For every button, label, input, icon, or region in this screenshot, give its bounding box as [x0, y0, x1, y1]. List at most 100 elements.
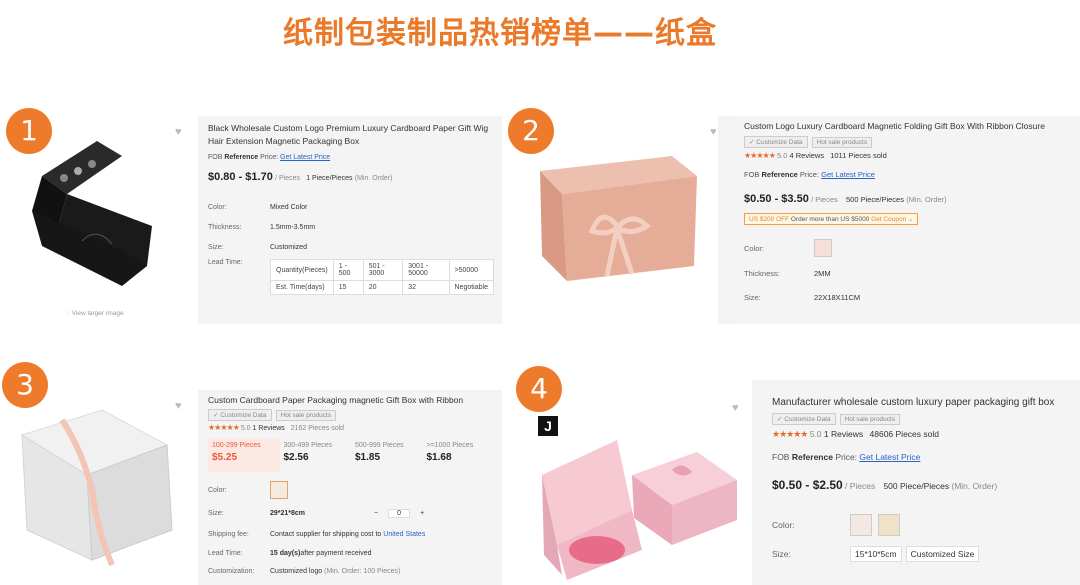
page-title: 纸制包装制品热销榜单——纸盒 — [283, 16, 717, 51]
minus-icon[interactable]: − — [374, 510, 378, 517]
attr-row-color: Color: — [744, 235, 1072, 261]
favorite-heart-icon[interactable]: ♥ — [175, 126, 182, 138]
hot-sale-tag[interactable]: Hot sale products — [811, 137, 873, 148]
tier-price: $1.85 — [355, 452, 381, 463]
fob-prefix: FOB — [772, 452, 792, 462]
sold-count: 2162 Pieces sold — [290, 425, 345, 432]
min-order-note: (Min. Order) — [354, 175, 393, 182]
plus-icon[interactable]: + — [420, 510, 424, 517]
fob-price-line: FOB Reference Price: Get Latest Price — [772, 452, 1070, 462]
table-row: Est. Time(days) 15 20 32 Negotiable — [270, 280, 494, 295]
customize-data-tag[interactable]: ✓ Customize Data — [744, 136, 808, 148]
get-coupon-button[interactable]: Get Coupon — [871, 216, 906, 223]
fob-prefix: FOB — [744, 170, 762, 179]
size-option[interactable]: 15*10*5cm — [850, 546, 902, 562]
price-range: $0.80 - $1.70 — [208, 171, 273, 183]
table-cell: 20 — [362, 280, 404, 295]
product-title[interactable]: Manufacturer wholesale custom luxury pap… — [772, 396, 1070, 409]
color-swatch[interactable] — [850, 514, 872, 536]
price-tier[interactable]: 500-999 Pieces $1.85 — [351, 438, 423, 472]
reviews-link[interactable]: 1 Reviews — [824, 429, 863, 439]
rating-line: ★★★★★ 5.0 1 Reviews 2162 Pieces sold — [208, 423, 494, 432]
size-option[interactable]: Customized Size — [905, 546, 980, 562]
hot-sale-tag[interactable]: Hot sale products — [839, 414, 901, 425]
price-tier[interactable]: 300-499 Pieces $2.56 — [280, 438, 352, 472]
product-image-3[interactable] — [2, 390, 198, 585]
product-info-1: Black Wholesale Custom Logo Premium Luxu… — [200, 116, 502, 324]
color-swatch[interactable] — [878, 514, 900, 536]
attr-label: Color: — [744, 243, 765, 253]
price-line: $0.50 - $2.50 / Pieces 500 Piece/Pieces … — [772, 478, 1070, 492]
customization-note: (Min. Order: 100 Pieces) — [324, 567, 401, 575]
tier-qty: 300-499 Pieces — [283, 442, 333, 449]
attr-label: Color: — [208, 203, 227, 211]
attr-value: 1.5mm-3.5mm — [270, 223, 316, 231]
price-tiers: 100-299 Pieces $5.25 300-499 Pieces $2.56 … — [208, 438, 494, 472]
product-image-4[interactable]: J — [522, 380, 752, 585]
customize-data-tag[interactable]: ✓ Customize Data — [208, 409, 272, 421]
table-cell: 3001 - 50000 — [402, 259, 450, 281]
price-range: $0.50 - $2.50 — [772, 478, 843, 492]
price-tier[interactable]: 100-299 Pieces $5.25 — [208, 438, 280, 472]
attr-value: 22X18X11CM — [814, 292, 861, 302]
customize-data-tag[interactable]: ✓ Customize Data — [772, 413, 836, 425]
table-cell: Est. Time(days) — [270, 280, 334, 295]
table-cell: 15 — [332, 280, 364, 295]
get-latest-price-link[interactable]: Get Latest Price — [859, 452, 920, 462]
product-title[interactable]: Custom Cardboard Paper Packaging magneti… — [208, 394, 494, 407]
color-swatch[interactable] — [270, 481, 288, 499]
shipping-destination-link[interactable]: United States — [383, 531, 425, 538]
star-rating-icon: ★★★★★ — [208, 423, 240, 432]
table-cell: >50000 — [448, 259, 494, 281]
rank-badge-2: 2 — [508, 108, 554, 154]
view-larger-link[interactable]: ◌ View larger image — [66, 310, 124, 317]
table-cell: 32 — [402, 280, 450, 295]
favorite-heart-icon[interactable]: ♥ — [175, 400, 182, 412]
attr-label: Thickness: — [744, 268, 780, 278]
option-label: Size: — [208, 509, 224, 517]
get-latest-price-link[interactable]: Get Latest Price — [821, 170, 875, 179]
coupon-banner[interactable]: US $200 OFF Order more than US $5000 Get… — [744, 213, 919, 225]
tier-price: $2.56 — [283, 452, 309, 463]
lead-time-text: after payment received — [300, 549, 372, 557]
rating-line: ★★★★★ 5.0 1 Reviews 48606 Pieces sold — [772, 429, 1070, 440]
favorite-heart-icon[interactable]: ♥ — [732, 402, 739, 414]
quantity-input[interactable]: 0 — [388, 508, 411, 518]
coupon-condition: Order more than US $5000 — [790, 216, 870, 223]
option-label: Shipping fee: — [208, 530, 249, 538]
table-row: Quantity(Pieces) 1 - 500 501 - 3000 3001… — [270, 259, 494, 281]
rating-value: 5.0 — [809, 429, 822, 439]
attr-row-size: Size: 22X18X11CM — [744, 285, 1072, 309]
favorite-heart-icon[interactable]: ♥ — [710, 126, 717, 138]
price-tier[interactable]: >=1000 Pieces $1.68 — [423, 438, 495, 472]
option-list: Color: Size: 29*21*8cm − 0 + Shipping fe… — [208, 478, 494, 580]
table-cell: Quantity(Pieces) — [270, 259, 334, 281]
product-card-3: ♥ Custom Cardboard Paper Packaging magne… — [2, 390, 502, 585]
product-title[interactable]: Custom Logo Luxury Cardboard Magnetic Fo… — [744, 120, 1072, 133]
reviews-link[interactable]: 1 Reviews — [253, 425, 285, 432]
tag-row: ✓ Customize Data Hot sale products — [772, 413, 1070, 425]
product-image-2[interactable] — [522, 116, 718, 324]
size-value[interactable]: 29*21*8cm — [270, 510, 374, 517]
reviews-link[interactable]: 4 Reviews — [789, 151, 824, 160]
hot-sale-tag[interactable]: Hot sale products — [275, 410, 337, 421]
option-row-customization: Customization: Customized logo (Min. Orde… — [208, 562, 494, 580]
tier-price: $1.68 — [426, 452, 452, 463]
option-row-size: Size: 15*10*5cm Customized Size — [772, 540, 1070, 568]
lead-time-table: Quantity(Pieces) 1 - 500 501 - 3000 3001… — [270, 259, 494, 295]
fob-price-line: FOB Reference Price: Get Latest Price — [208, 154, 494, 161]
attr-label: Size: — [208, 243, 224, 251]
option-label: Size: — [772, 549, 791, 559]
product-title[interactable]: Black Wholesale Custom Logo Premium Luxu… — [208, 122, 494, 148]
min-order: 500 Piece/Pieces — [883, 481, 950, 491]
color-swatch[interactable] — [814, 239, 832, 257]
view-larger-label: View larger image — [71, 310, 124, 317]
star-rating-icon: ★★★★★ — [744, 151, 776, 160]
rating-value: 5.0 — [776, 151, 788, 160]
tier-qty: 500-999 Pieces — [355, 442, 404, 449]
attr-label: Thickness: — [208, 223, 242, 231]
fob-suffix: Price: — [832, 452, 860, 462]
min-order: 500 Piece/Pieces — [846, 195, 904, 204]
chevron-down-icon: ⌄ — [906, 216, 914, 223]
get-latest-price-link[interactable]: Get Latest Price — [280, 154, 330, 161]
